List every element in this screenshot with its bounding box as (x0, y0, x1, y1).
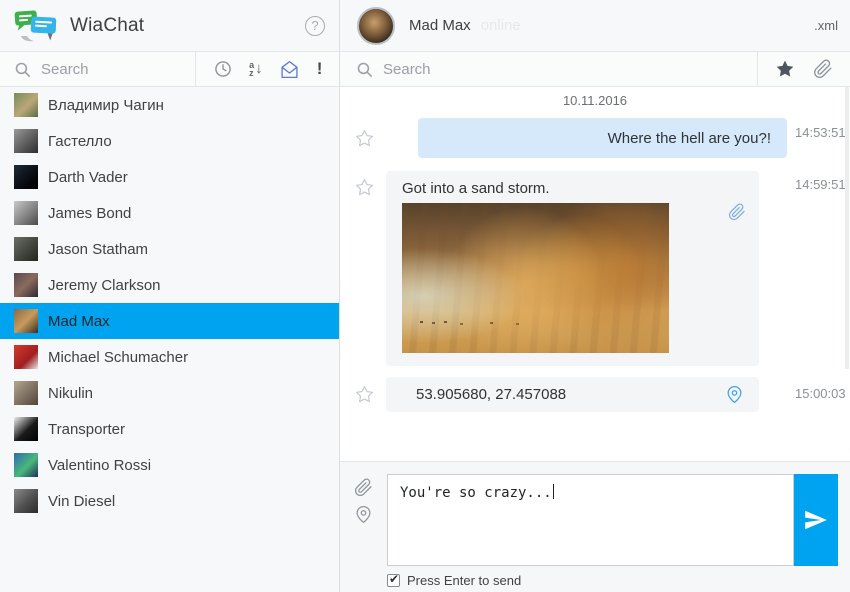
contact-name: Valentino Rossi (48, 457, 151, 474)
app-title: WiaChat (70, 15, 144, 37)
chat-header: Mad Max online .xml (340, 0, 850, 52)
press-enter-row: ✔ Press Enter to send (387, 573, 521, 588)
draft-text: You're so crazy... (400, 485, 552, 501)
contact-name: James Bond (48, 205, 131, 222)
message-bubble[interactable]: Got into a sand storm. (386, 171, 759, 366)
message-text: Got into a sand storm. (402, 180, 743, 197)
press-enter-label: Press Enter to send (407, 573, 521, 588)
date-separator: 10.11.2016 (340, 93, 850, 109)
message-text: 53.905680, 27.457088 (416, 386, 566, 403)
avatar (14, 309, 38, 333)
send-button[interactable] (794, 474, 838, 566)
message-time: 14:59:51 (795, 171, 850, 192)
contact-row-jason-statham[interactable]: Jason Statham (0, 231, 339, 267)
file-badge[interactable]: .xml (814, 18, 838, 33)
avatar (14, 381, 38, 405)
chat-panel: Mad Max online .xml Search 10. (340, 0, 850, 592)
composer: You're so crazy... ✔ Press Enter to send (340, 461, 850, 592)
search-icon (356, 61, 373, 78)
chat-search-bar: Search (340, 52, 850, 87)
avatar (14, 417, 38, 441)
contact-name: Vin Diesel (48, 493, 115, 510)
contact-name: Jason Statham (48, 241, 148, 258)
send-location-pin-icon[interactable] (354, 505, 373, 524)
contact-row-gastello[interactable]: Гастелло (0, 123, 339, 159)
avatar (14, 345, 38, 369)
message-incoming-location: 53.905680, 27.457088 15:00:03 (340, 377, 850, 412)
contact-row-transporter[interactable]: Transporter (0, 411, 339, 447)
message-incoming-photo: Got into a sand storm. 14:59:51 (340, 171, 850, 366)
contact-name: Nikulin (48, 385, 93, 402)
contact-row-james-bond[interactable]: James Bond (0, 195, 339, 231)
checkmark: ✔ (389, 572, 399, 586)
message-bubble[interactable]: 53.905680, 27.457088 (386, 377, 759, 412)
message-outgoing: Where the hell are you?! 14:53:51 (340, 118, 850, 158)
contact-row-vin-diesel[interactable]: Vin Diesel (0, 483, 339, 519)
contact-name: Владимир Чагин (48, 97, 164, 114)
sort-arrow: ↓ (255, 62, 263, 76)
mail-icon[interactable] (279, 59, 300, 80)
chat-search-placeholder: Search (383, 61, 431, 78)
search-icon (14, 61, 31, 78)
send-icon (803, 507, 829, 533)
sand-storm-photo[interactable] (402, 203, 669, 353)
message-time: 15:00:03 (795, 377, 850, 401)
contact-row-nikulin[interactable]: Nikulin (0, 375, 339, 411)
attach-file-paperclip-icon[interactable] (354, 478, 373, 497)
contact-list: Владимир Чагин Гастелло Darth Vader Jame… (0, 87, 339, 592)
message-time: 14:53:51 (795, 118, 850, 140)
message-text: Where the hell are you?! (608, 130, 771, 147)
recent-clock-icon[interactable] (213, 59, 233, 79)
text-caret (553, 484, 554, 499)
urgent-icon[interactable]: ! (317, 59, 323, 79)
contact-name: Mad Max (48, 313, 110, 330)
avatar (14, 453, 38, 477)
avatar (14, 201, 38, 225)
contact-row-valentino-rossi[interactable]: Valentino Rossi (0, 447, 339, 483)
contact-row-jeremy-clarkson[interactable]: Jeremy Clarkson (0, 267, 339, 303)
avatar (14, 237, 38, 261)
chat-toolbar (758, 52, 850, 86)
sort-letter-z: z (249, 69, 254, 77)
chat-avatar[interactable] (357, 7, 395, 45)
message-input[interactable]: You're so crazy... (387, 474, 794, 566)
avatar (14, 489, 38, 513)
star-message-icon[interactable] (355, 178, 374, 197)
avatar (14, 93, 38, 117)
chat-search-input[interactable]: Search (340, 52, 757, 86)
sidebar-header: WiaChat ? (0, 0, 339, 52)
sidebar-toolbar: a z ↓ ! (196, 52, 339, 86)
location-pin-icon[interactable] (725, 385, 744, 404)
star-message-icon[interactable] (355, 129, 374, 148)
wiachat-app: WiaChat ? Search a z ↓ (0, 0, 850, 592)
help-icon[interactable]: ? (305, 16, 325, 36)
sidebar-search-bar: Search a z ↓ ! (0, 52, 339, 87)
contact-name: Transporter (48, 421, 125, 438)
press-enter-checkbox[interactable]: ✔ (387, 574, 400, 587)
starred-filter-icon[interactable] (775, 59, 795, 79)
contact-row-vladimir-chagin[interactable]: Владимир Чагин (0, 87, 339, 123)
avatar (14, 165, 38, 189)
contact-row-michael-schumacher[interactable]: Michael Schumacher (0, 339, 339, 375)
message-list[interactable]: 10.11.2016 Where the hell are you?! 14:5… (340, 87, 850, 461)
attachments-filter-paperclip-icon[interactable] (813, 59, 833, 79)
contact-name: Darth Vader (48, 169, 128, 186)
contact-row-mad-max[interactable]: Mad Max (0, 303, 339, 339)
contact-name: Гастелло (48, 133, 112, 150)
contact-row-darth-vader[interactable]: Darth Vader (0, 159, 339, 195)
chat-contact-status: online (481, 17, 521, 34)
contact-name: Jeremy Clarkson (48, 277, 161, 294)
avatar (14, 129, 38, 153)
attachment-paperclip-icon[interactable] (728, 203, 746, 221)
avatar (14, 273, 38, 297)
chat-contact-name: Mad Max (409, 17, 471, 34)
sort-az-icon[interactable]: a z ↓ (249, 61, 263, 77)
app-logo-icon (12, 7, 62, 45)
sidebar: WiaChat ? Search a z ↓ (0, 0, 340, 592)
sidebar-search-placeholder: Search (41, 61, 89, 78)
message-bubble[interactable]: Where the hell are you?! (418, 118, 787, 158)
contact-name: Michael Schumacher (48, 349, 188, 366)
star-message-icon[interactable] (355, 385, 374, 404)
sidebar-search-input[interactable]: Search (0, 52, 195, 86)
